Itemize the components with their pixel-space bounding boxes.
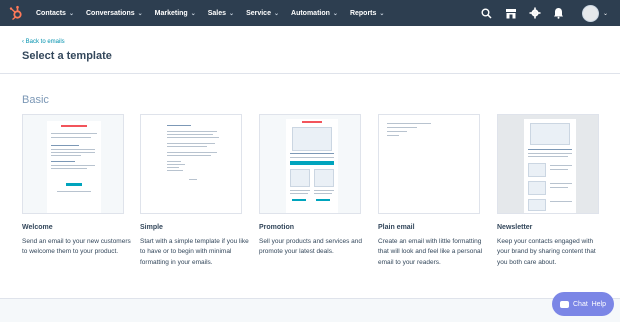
- chevron-down-icon: ⌄: [190, 10, 196, 17]
- template-name: Simple: [140, 224, 163, 231]
- section-title: Basic: [22, 94, 49, 106]
- template-description: Sell your products and services and prom…: [259, 238, 362, 256]
- top-navigation: Contacts ⌄ Conversations ⌄ Marketing ⌄ Sale…: [0, 0, 620, 26]
- template-description: Send an email to your new customers to w…: [22, 238, 131, 256]
- notifications-bell-icon[interactable]: [552, 6, 566, 20]
- hubspot-logo-icon[interactable]: [8, 5, 24, 21]
- template-name: Welcome: [22, 224, 53, 231]
- nav-item-label: Marketing: [154, 9, 188, 17]
- marketplace-icon[interactable]: [504, 6, 518, 20]
- chevron-down-icon: ⌄: [332, 10, 338, 17]
- nav-item-reports[interactable]: Reports ⌄: [350, 10, 384, 17]
- nav-item-label: Contacts: [36, 9, 66, 17]
- help-button[interactable]: Help: [592, 301, 606, 308]
- nav-item-label: Conversations: [85, 9, 135, 17]
- nav-item-label: Automation: [291, 9, 330, 17]
- chevron-down-icon: ⌄: [68, 10, 74, 17]
- chevron-down-icon: ⌄: [137, 10, 143, 17]
- chevron-down-icon[interactable]: ⌄: [603, 10, 608, 17]
- template-name: Promotion: [259, 224, 294, 231]
- thumbnail-preview: [163, 121, 223, 213]
- chat-help-widget[interactable]: Chat Help: [552, 292, 614, 316]
- page-footer-area: [0, 298, 620, 322]
- nav-item-label: Service: [246, 9, 271, 17]
- nav-item-service[interactable]: Service ⌄: [246, 10, 279, 17]
- template-thumbnail-newsletter[interactable]: [497, 114, 599, 214]
- chat-button[interactable]: Chat: [560, 300, 588, 308]
- thumbnail-preview: [381, 117, 477, 213]
- nav-item-label: Reports: [349, 9, 377, 17]
- user-avatar[interactable]: [581, 4, 599, 22]
- page-title: Select a template: [22, 50, 112, 62]
- chat-label: Chat: [573, 300, 588, 308]
- template-name: Plain email: [378, 224, 415, 231]
- nav-item-sales[interactable]: Sales ⌄: [208, 10, 234, 17]
- thumbnail-preview: [524, 119, 576, 213]
- template-thumbnail-welcome[interactable]: [22, 114, 124, 214]
- nav-item-marketing[interactable]: Marketing ⌄: [155, 10, 196, 17]
- template-description: Keep your contacts engaged with your bra…: [497, 238, 596, 266]
- nav-item-automation[interactable]: Automation ⌄: [291, 10, 338, 17]
- nav-item-contacts[interactable]: Contacts ⌄: [36, 10, 74, 17]
- back-to-emails-link[interactable]: ‹ Back to emails: [22, 39, 65, 45]
- page-header: ‹ Back to emails Select a template: [0, 26, 620, 74]
- template-card-simple[interactable]: Simple Start with a simple template if y…: [140, 114, 249, 268]
- chevron-down-icon: ⌄: [229, 10, 235, 17]
- nav-item-label: Sales: [207, 9, 227, 17]
- template-thumbnail-simple[interactable]: [140, 114, 242, 214]
- template-thumbnail-promotion[interactable]: [259, 114, 361, 214]
- settings-gear-icon[interactable]: [528, 6, 542, 20]
- chevron-down-icon: ⌄: [273, 10, 280, 17]
- template-card-welcome[interactable]: Welcome Send an email to your new custom…: [22, 114, 131, 258]
- thumbnail-preview: [47, 121, 101, 213]
- template-card-promotion[interactable]: Promotion Sell your products and service…: [259, 114, 362, 258]
- template-name: Newsletter: [497, 224, 533, 231]
- search-icon[interactable]: [480, 6, 494, 20]
- template-card-plain-email[interactable]: Plain email Create an email with little …: [378, 114, 482, 268]
- template-card-newsletter[interactable]: Newsletter Keep your contacts engaged wi…: [497, 114, 599, 268]
- template-description: Create an email with little formatting t…: [378, 238, 483, 266]
- chat-bubble-icon: [560, 300, 569, 308]
- template-description: Start with a simple template if you like…: [140, 238, 249, 266]
- nav-menu: Contacts ⌄ Conversations ⌄ Marketing ⌄ Sale…: [36, 0, 396, 26]
- chevron-down-icon: ⌄: [379, 10, 385, 17]
- template-thumbnail-plain-email[interactable]: [378, 114, 480, 214]
- nav-icons: ⌄: [470, 0, 608, 26]
- thumbnail-preview: [286, 119, 338, 213]
- nav-item-conversations[interactable]: Conversations ⌄: [86, 10, 143, 17]
